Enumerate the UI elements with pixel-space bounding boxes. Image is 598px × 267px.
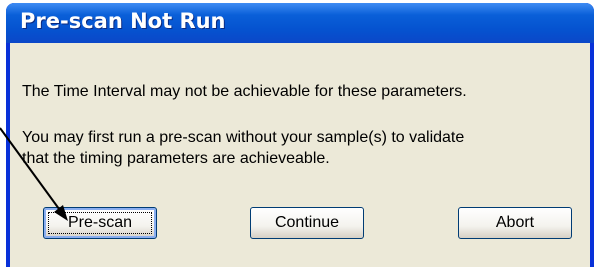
prescan-button[interactable]: Pre-scan <box>43 207 157 239</box>
message-line-2: You may first run a pre-scan without you… <box>22 129 465 146</box>
abort-button[interactable]: Abort <box>458 207 572 239</box>
abort-button-label: Abort <box>495 214 535 231</box>
focus-ring <box>48 212 152 234</box>
dialog-title: Pre-scan Not Run <box>20 9 226 33</box>
screenshot-stage: Pre-scan Not Run The Time Interval may n… <box>0 0 598 267</box>
message-line-1: The Time Interval may not be achievable … <box>22 83 467 100</box>
title-bar[interactable]: Pre-scan Not Run <box>6 3 594 43</box>
dialog-body: The Time Interval may not be achievable … <box>10 43 590 267</box>
prescan-dialog: Pre-scan Not Run The Time Interval may n… <box>6 3 594 267</box>
continue-button-label: Continue <box>274 214 340 231</box>
message-line-3: that the timing parameters are achieveab… <box>22 150 330 167</box>
continue-button[interactable]: Continue <box>250 207 364 239</box>
